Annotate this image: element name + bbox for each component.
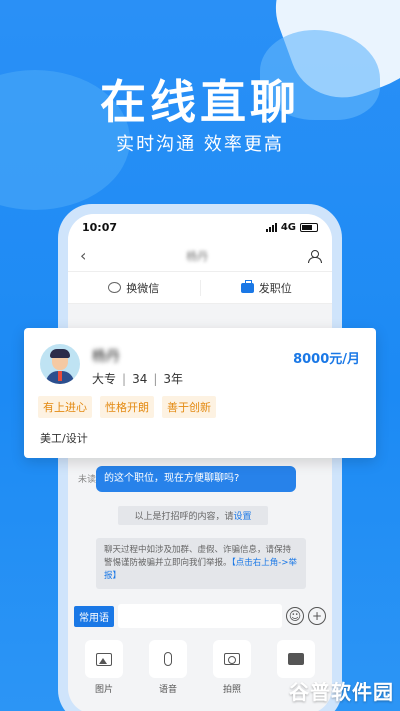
image-icon — [96, 652, 112, 666]
candidate-info: 大专 | 34 | 3年 — [92, 372, 184, 386]
candidate-salary: 8000元/月 — [293, 352, 360, 367]
candidate-education: 大专 — [92, 372, 117, 386]
tag: 有上进心 — [38, 396, 92, 418]
tool-camera-button[interactable]: 拍照 — [210, 640, 254, 695]
promo-subline: 实时沟通 效率更高 — [116, 134, 284, 155]
candidate-role: 美工/设计 — [40, 432, 88, 445]
wechat-icon — [108, 282, 122, 293]
network-label: 4G — [280, 221, 296, 233]
message-bubble: 的这个职位，现在方便聊聊吗? — [96, 466, 296, 492]
status-bar: 10:07 4G — [68, 214, 332, 240]
greeting-notice: 以上是打招呼的内容，请设置 — [118, 506, 268, 525]
candidate-experience: 3年 — [163, 372, 184, 386]
safety-notice: 聊天过程中如涉及加群、虚假、诈骗信息，请保持警惕谨防被骗并立即向我们举报。【点击… — [96, 538, 306, 589]
post-job-label: 发职位 — [258, 281, 292, 295]
battery-icon — [300, 222, 318, 232]
input-bar: 常用语 ☺ + — [68, 600, 332, 632]
status-time: 10:07 — [82, 220, 118, 234]
action-bar: 换微信 发职位 — [68, 272, 332, 304]
phone-screen: 10:07 4G ‹ 杨丹 换微信 发职位 未读 的这个职位，现在方便聊聊吗? … — [68, 214, 332, 711]
chevron-left-icon[interactable]: ‹ — [80, 246, 86, 265]
tag: 善于创新 — [162, 396, 216, 418]
plus-icon[interactable]: + — [308, 607, 326, 625]
chat-title: 杨丹 — [186, 249, 209, 263]
tool-label: 图片 — [94, 685, 113, 695]
swap-wechat-button[interactable]: 换微信 — [68, 280, 200, 296]
candidate-age: 34 — [132, 372, 148, 386]
unread-label: 未读 — [78, 475, 97, 485]
tool-label: 拍照 — [222, 685, 241, 695]
message-text: 的这个职位，现在方便聊聊吗? — [104, 473, 240, 484]
greeting-settings-link[interactable]: 设置 — [234, 512, 252, 522]
quick-phrases-button[interactable]: 常用语 — [74, 605, 114, 627]
tool-image-button[interactable]: 图片 — [82, 640, 126, 695]
emoji-icon[interactable]: ☺ — [286, 607, 304, 625]
candidate-tags: 有上进心 性格开朗 善于创新 — [38, 396, 216, 418]
mic-icon — [164, 652, 172, 666]
watermark-logo: 谷普软件园 — [289, 676, 394, 705]
status-indicators: 4G — [265, 221, 318, 233]
tool-voice-button[interactable]: 语音 — [146, 640, 190, 695]
tag: 性格开朗 — [100, 396, 154, 418]
avatar — [40, 344, 80, 384]
greeting-notice-text: 以上是打招呼的内容，请 — [134, 512, 234, 522]
signal-icon — [265, 222, 277, 232]
candidate-card[interactable]: 杨丹 大专 | 34 | 3年 8000元/月 有上进心 性格开朗 善于创新 美工/设计 — [24, 328, 376, 458]
video-icon — [288, 653, 304, 665]
swap-wechat-label: 换微信 — [126, 281, 160, 295]
message-input[interactable] — [118, 604, 282, 628]
promo-headline: 在线直聊 — [100, 75, 300, 129]
chat-navbar: ‹ 杨丹 — [68, 240, 332, 272]
user-icon[interactable] — [308, 249, 322, 263]
tool-label: 语音 — [158, 685, 177, 695]
briefcase-icon — [240, 279, 254, 293]
camera-icon — [224, 653, 240, 665]
post-job-button[interactable]: 发职位 — [199, 279, 333, 296]
watermark-text: 谷普软件园 — [289, 680, 394, 704]
candidate-name: 杨丹 — [92, 349, 120, 365]
